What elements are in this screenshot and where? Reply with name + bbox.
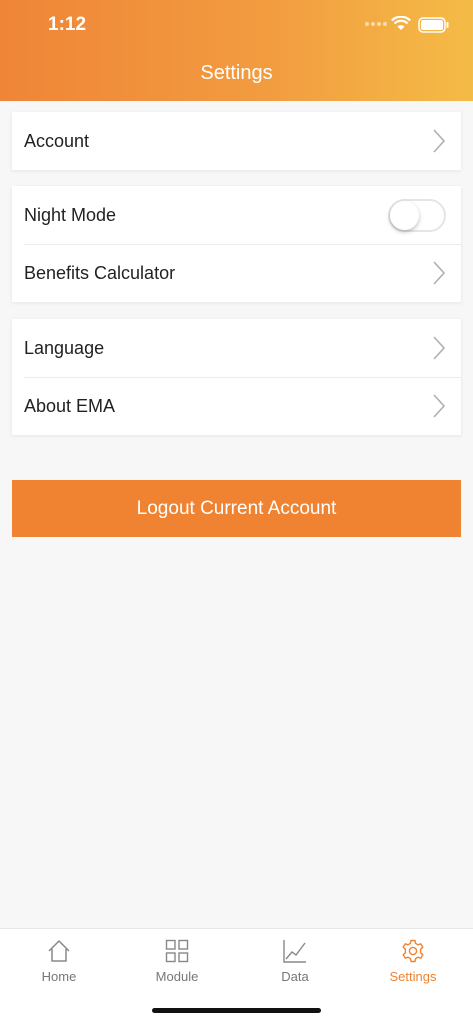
about-label: About EMA — [24, 395, 116, 416]
about-row[interactable]: About EMA — [12, 377, 461, 435]
toggle-knob — [390, 201, 419, 230]
account-group: Account — [12, 112, 461, 170]
tab-settings-label: Settings — [389, 969, 437, 984]
chevron-right-icon — [433, 394, 445, 418]
chevron-right-icon — [433, 261, 445, 285]
night-mode-label: Night Mode — [24, 204, 117, 225]
page-title: Settings — [200, 62, 273, 84]
account-label: Account — [24, 130, 90, 151]
benefits-calculator-row[interactable]: Benefits Calculator — [12, 244, 461, 302]
tab-module-label: Module — [155, 969, 199, 984]
logout-button[interactable]: Logout Current Account — [12, 480, 461, 537]
benefits-calculator-label: Benefits Calculator — [24, 262, 176, 283]
wifi-icon — [391, 16, 411, 30]
signal-icon — [365, 22, 387, 26]
night-mode-toggle[interactable] — [388, 199, 446, 232]
home-icon — [48, 940, 70, 962]
home-indicator — [152, 1008, 321, 1013]
tab-settings[interactable]: Settings — [354, 929, 472, 991]
preferences-group: Night Mode Benefits Calculator — [12, 186, 461, 302]
nav-header: 1:12 Settings — [0, 0, 473, 101]
tab-data-label: Data — [281, 969, 309, 984]
language-row[interactable]: Language — [12, 319, 461, 377]
tab-home[interactable]: Home — [0, 929, 118, 991]
status-time: 1:12 — [48, 14, 87, 35]
tab-data[interactable]: Data — [236, 929, 354, 991]
grid-icon — [165, 939, 189, 963]
battery-icon — [418, 17, 449, 33]
chart-icon — [283, 940, 306, 963]
gear-icon — [402, 939, 424, 963]
info-group: Language About EMA — [12, 319, 461, 435]
night-mode-row: Night Mode — [12, 186, 461, 244]
language-label: Language — [24, 337, 105, 358]
account-row[interactable]: Account — [12, 112, 461, 170]
chevron-right-icon — [433, 129, 445, 153]
chevron-right-icon — [433, 336, 445, 360]
tab-home-label: Home — [41, 969, 77, 984]
tab-module[interactable]: Module — [118, 929, 236, 991]
